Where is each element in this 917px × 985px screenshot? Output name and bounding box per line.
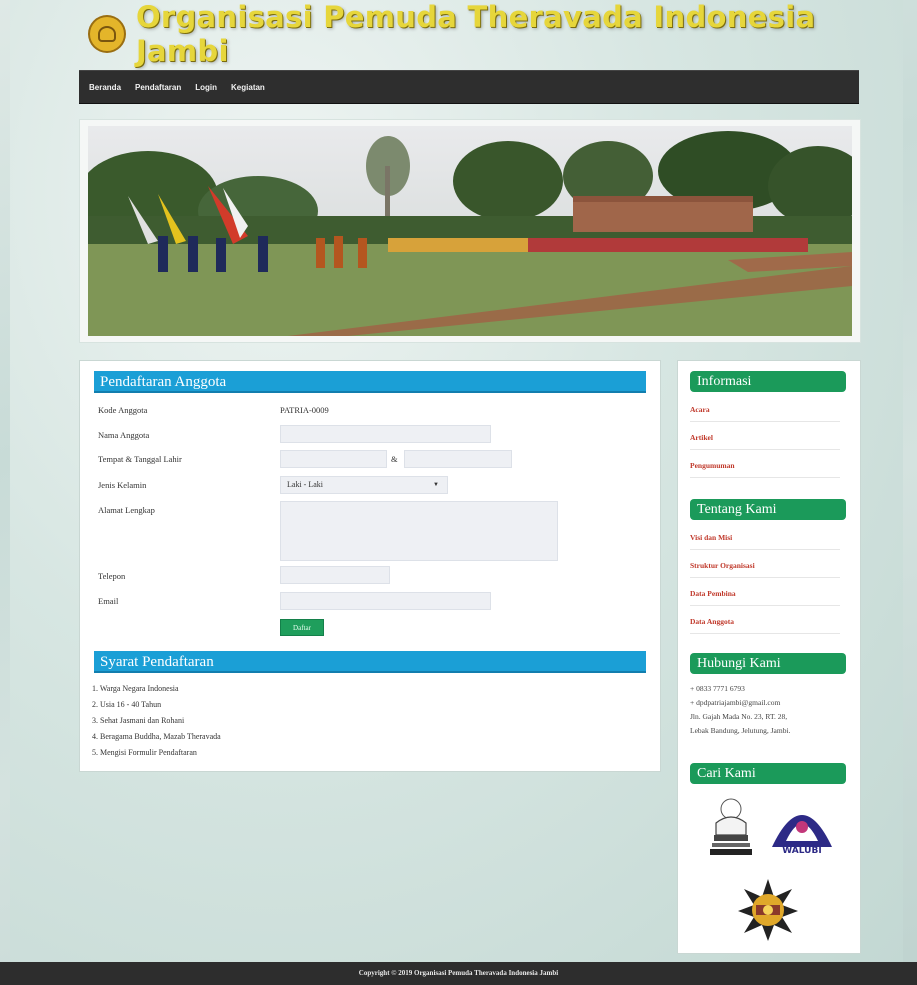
sidebar-link-pengumuman[interactable]: Pengumuman [690, 461, 840, 478]
sidebar-link-struktur[interactable]: Struktur Organisasi [690, 561, 840, 578]
section-heading-syarat: Syarat Pendaftaran [94, 651, 646, 673]
chevron-down-icon: ▼ [433, 482, 439, 488]
walubi-logo-icon[interactable]: WALUBI [766, 797, 838, 855]
daftar-button[interactable]: Daftar [280, 619, 324, 636]
telepon-label: Telepon [98, 571, 126, 581]
nav-item-pendaftaran[interactable]: Pendaftaran [135, 83, 181, 92]
sidebar-link-data-pembina[interactable]: Data Pembina [690, 589, 840, 606]
sidebar-heading-informasi: Informasi [690, 371, 846, 392]
kode-value: PATRIA-0009 [280, 405, 329, 415]
email-input[interactable] [280, 592, 491, 610]
nama-input[interactable] [280, 425, 491, 443]
nama-label: Nama Anggota [98, 430, 150, 440]
sidebar-link-acara[interactable]: Acara [690, 405, 840, 422]
buddhist-emblem-logo-icon[interactable] [706, 795, 756, 857]
banner-photo [88, 126, 852, 336]
contact-phone: + 0833 7771 6793 [690, 684, 745, 693]
jk-label: Jenis Kelamin [98, 480, 147, 490]
organisation-logo-icon [88, 15, 126, 53]
registration-panel: Pendaftaran Anggota Kode Anggota PATRIA-… [79, 360, 661, 772]
patria-emblem-logo-icon[interactable] [736, 877, 800, 943]
main-nav: Beranda Pendaftaran Login Kegiatan [79, 70, 859, 104]
sidebar-heading-tentang: Tentang Kami [690, 499, 846, 520]
sidebar-link-data-anggota[interactable]: Data Anggota [690, 617, 840, 634]
contact-email: + dpdpatriajambi@gmail.com [690, 698, 781, 707]
tempat-lahir-input[interactable] [280, 450, 387, 468]
ttl-label: Tempat & Tanggal Lahir [98, 454, 182, 464]
syarat-item: 1. Warga Negara Indonesia [92, 684, 179, 693]
tanggal-lahir-input[interactable] [404, 450, 512, 468]
sidebar-link-artikel[interactable]: Artikel [690, 433, 840, 450]
email-label: Email [98, 596, 119, 606]
kode-label: Kode Anggota [98, 405, 148, 415]
jenis-kelamin-value: Laki - Laki [287, 480, 323, 489]
sidebar-heading-hubungi: Hubungi Kami [690, 653, 846, 674]
banner [79, 119, 861, 343]
sidebar-heading-cari: Cari Kami [690, 763, 846, 784]
sidebar: Informasi Acara Artikel Pengumuman Tenta… [677, 360, 861, 954]
contact-address-line1: Jln. Gajah Mada No. 23, RT. 28, [690, 712, 788, 721]
site-header: Organisasi Pemuda Theravada Indonesia Ja… [88, 0, 917, 68]
nav-item-beranda[interactable]: Beranda [89, 83, 121, 92]
jenis-kelamin-select[interactable]: Laki - Laki ▼ [280, 476, 448, 494]
syarat-item: 3. Sehat Jasmani dan Rohani [92, 716, 185, 725]
nav-item-kegiatan[interactable]: Kegiatan [231, 83, 265, 92]
contact-address-line2: Lebak Bandung, Jelutung, Jambi. [690, 726, 791, 735]
syarat-item: 2. Usia 16 - 40 Tahun [92, 700, 162, 709]
walubi-logo-text: WALUBI [782, 846, 821, 855]
alamat-label: Alamat Lengkap [98, 505, 155, 515]
sidebar-link-visi-misi[interactable]: Visi dan Misi [690, 533, 840, 550]
ttl-separator: & [391, 454, 398, 464]
syarat-item: 5. Mengisi Formulir Pendaftaran [92, 748, 197, 757]
footer: Copyright © 2019 Organisasi Pemuda Thera… [0, 962, 917, 985]
telepon-input[interactable] [280, 566, 390, 584]
nav-item-login[interactable]: Login [195, 83, 217, 92]
alamat-textarea[interactable] [280, 501, 558, 561]
site-title: Organisasi Pemuda Theravada Indonesia Ja… [135, 0, 816, 68]
syarat-item: 4. Beragama Buddha, Mazab Theravada [92, 732, 221, 741]
section-heading-pendaftaran: Pendaftaran Anggota [94, 371, 646, 393]
